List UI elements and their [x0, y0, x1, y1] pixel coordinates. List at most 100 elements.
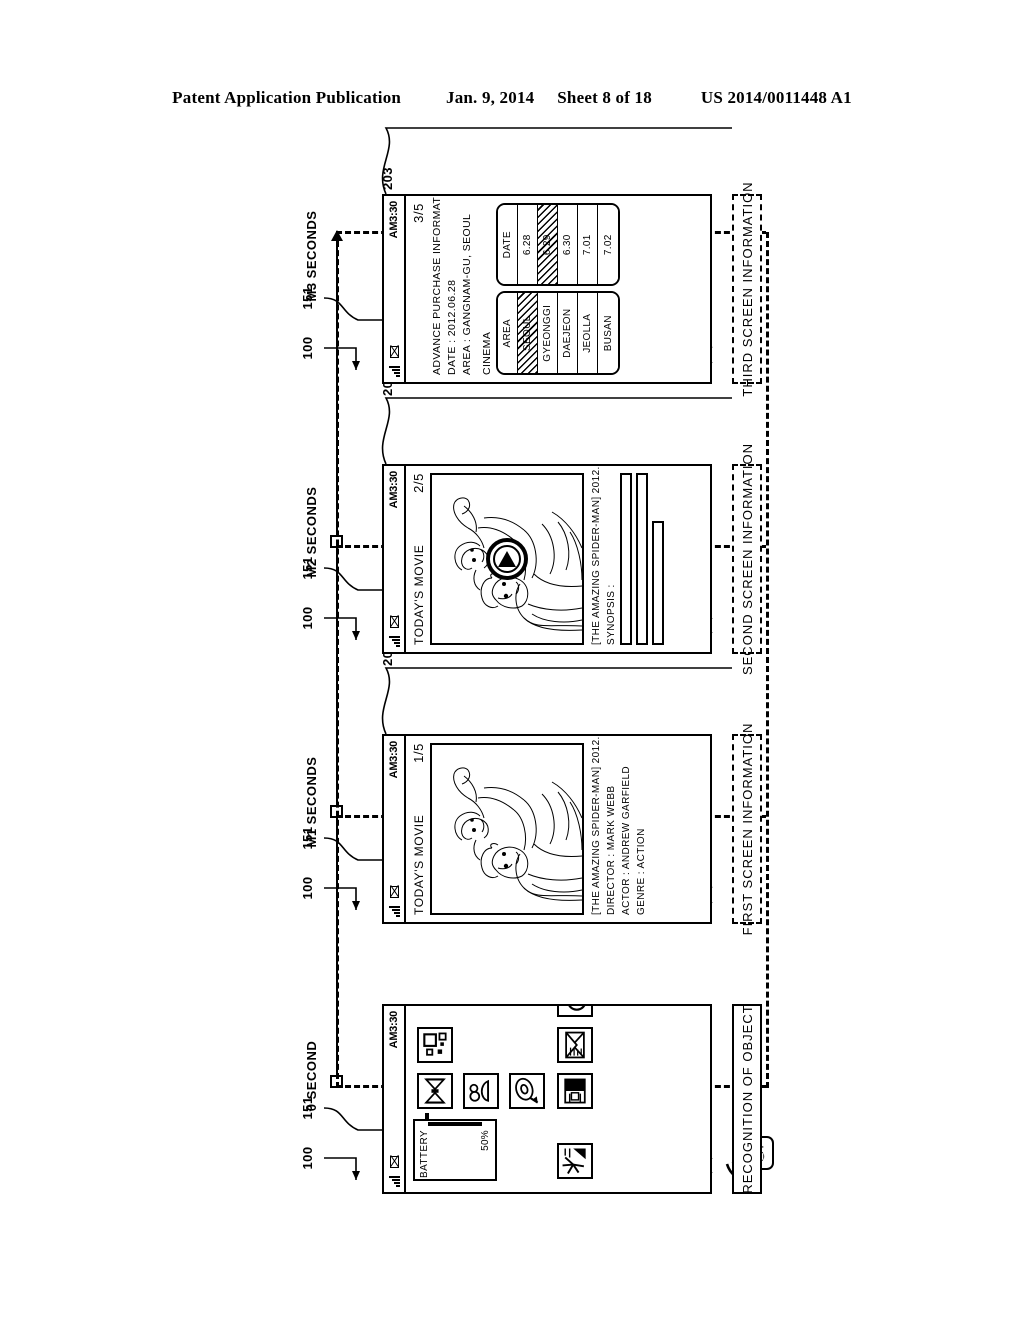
callout-151-c: 151	[300, 556, 315, 580]
screen-title-c: TODAY'S MOVIE	[412, 544, 426, 645]
area-option-jeolla[interactable]: JEOLLA	[578, 293, 598, 373]
callout-100-b: 100	[300, 876, 315, 900]
status-bar-c: AM3:30	[384, 466, 406, 652]
signal-icon	[388, 1174, 400, 1187]
figure-6: FIG. 6 0 SECOND M1 SECONDS M2 SECONDS M3…	[232, 120, 792, 1200]
signal-icon	[388, 634, 400, 647]
callout-leader-a	[318, 1060, 390, 1200]
area-header: AREA	[498, 293, 518, 373]
screen-a: BATTERY 50%	[406, 1006, 710, 1192]
reference-203: 203	[380, 167, 395, 190]
pan-icon[interactable]	[557, 1006, 593, 1017]
movie-poster-c[interactable]	[430, 473, 584, 645]
synopsis-bar	[620, 473, 632, 645]
phone-d[interactable]: AM3:30 3/5 ADVANCE PURCHASE INFORMATION …	[382, 194, 712, 384]
hourglass-icon[interactable]	[463, 1073, 499, 1109]
play-button[interactable]	[486, 538, 528, 580]
bowtie-icon[interactable]	[417, 1073, 453, 1109]
leader-201	[372, 654, 752, 735]
callout-100-d: 100	[300, 336, 315, 360]
publication-label: Patent Application Publication	[172, 88, 402, 107]
signal-icon	[388, 904, 400, 917]
screen-head-c: TODAY'S MOVIE 2/5	[411, 473, 426, 645]
status-time-b: AM3:30	[388, 741, 400, 779]
mail-icon	[389, 1156, 399, 1168]
mail-icon	[389, 616, 399, 628]
synopsis-bar	[636, 473, 648, 645]
screen-pager-c: 2/5	[411, 473, 426, 493]
patent-number: US 2014/0011448 A1	[700, 88, 852, 107]
phone-c[interactable]: AM3:30 TODAY'S MOVIE 2/5 [THE AMAZING SP…	[382, 464, 712, 654]
synopsis-label: SYNOPSIS :	[606, 584, 617, 645]
movie-director-b: DIRECTOR : MARK WEBB	[606, 785, 617, 916]
screen-head-b: TODAY'S MOVIE 1/5	[411, 743, 426, 915]
screen-title-b: TODAY'S MOVIE	[412, 814, 426, 915]
mail-icon	[389, 886, 399, 898]
book-icon[interactable]	[557, 1073, 593, 1109]
status-time-a: AM3:30	[388, 1011, 400, 1049]
timeline-rail-bottom	[766, 232, 769, 1088]
callout-leader-b	[318, 790, 390, 930]
area-option-seoul[interactable]: SEOUL	[518, 293, 538, 373]
status-bar-a: AM3:30	[384, 1006, 406, 1192]
purchase-heading: ADVANCE PURCHASE INFORMATION	[431, 196, 443, 375]
screen-d: 3/5 ADVANCE PURCHASE INFORMATION DATE : …	[406, 196, 710, 382]
purchase-date: DATE : 2012.06.28	[446, 279, 458, 375]
callout-151-d: 151	[300, 286, 315, 310]
area-option-daejeon[interactable]: DAEJEON	[558, 293, 578, 373]
screen-c: TODAY'S MOVIE 2/5 [THE AMAZING SPIDER-MA…	[406, 466, 710, 652]
battery-percent: 50%	[480, 1130, 491, 1151]
callout-leader-c	[318, 520, 390, 660]
date-header: DATE	[498, 205, 518, 285]
status-bar-b: AM3:30	[384, 736, 406, 922]
synopsis-block: SYNOPSIS :	[606, 473, 664, 645]
battery-label: BATTERY	[419, 1130, 430, 1178]
screen-pager-b: 1/5	[411, 743, 426, 763]
date-option-1[interactable]: 6.28	[518, 205, 538, 285]
movie-poster-b[interactable]	[430, 743, 584, 915]
magnifier-icon[interactable]	[509, 1073, 545, 1109]
area-column: AREA SEOUL GYEONGGI DAEJEON JEOLLA BUSAN	[496, 291, 620, 375]
date-option-2[interactable]: 6.29	[538, 205, 558, 285]
screen-head-d: 3/5	[411, 203, 426, 375]
caption-recognition-of-object: RECOGNITION OF OBJECT	[732, 1004, 762, 1194]
battery-widget[interactable]: BATTERY 50%	[413, 1119, 497, 1181]
date-option-3[interactable]: 6.30	[558, 205, 578, 285]
battery-text: BATTERY 50%	[419, 1130, 491, 1178]
area-option-busan[interactable]: BUSAN	[598, 293, 618, 373]
screen-pager-d: 3/5	[411, 203, 426, 223]
caption-first-screen-information: FIRST SCREEN INFORMATION	[732, 723, 762, 935]
leader-203	[372, 114, 752, 195]
callout-151-a: 151	[300, 1096, 315, 1120]
cinema-label: CINEMA	[481, 331, 493, 375]
date-option-5[interactable]: 7.02	[598, 205, 618, 285]
area-option-gyeonggi[interactable]: GYEONGGI	[538, 293, 558, 373]
status-time-d: AM3:30	[388, 201, 400, 239]
phone-a[interactable]: AM3:30 BATTERY 50%	[382, 1004, 712, 1194]
movie-title-c: [THE AMAZING SPIDER-MAN] 2012.06.28	[591, 466, 602, 645]
synopsis-bar	[652, 521, 664, 645]
callout-100-a: 100	[300, 1146, 315, 1170]
mail-icon	[389, 346, 399, 358]
ticket-table: AREA SEOUL GYEONGGI DAEJEON JEOLLA BUSAN…	[496, 203, 620, 375]
callout-100-c: 100	[300, 606, 315, 630]
movie-title-b: [THE AMAZING SPIDER-MAN] 2012.06.28	[591, 736, 602, 915]
status-bar-d: AM3:30	[384, 196, 406, 382]
publication-date: Jan. 9, 2014	[446, 88, 535, 107]
date-column: DATE 6.28 6.29 6.30 7.01 7.02	[496, 203, 620, 287]
envelope-icon[interactable]	[557, 1027, 593, 1063]
phone-b[interactable]: AM3:30 TODAY'S MOVIE 1/5 [THE AMAZING SP…	[382, 734, 712, 924]
sheet-number: Sheet 8 of 18	[557, 88, 652, 107]
screen-b: TODAY'S MOVIE 1/5 [THE AMAZING SPIDER-MA…	[406, 736, 710, 922]
battery-cell-icon	[428, 1122, 482, 1126]
callout-leader-d	[318, 250, 390, 390]
signal-icon	[388, 364, 400, 377]
home-grid: BATTERY 50%	[411, 1006, 705, 1185]
caption-third-screen-information: THIRD SCREEN INFORMATION	[732, 181, 762, 397]
burst-icon[interactable]	[557, 1143, 593, 1179]
leader-202	[372, 384, 752, 465]
date-option-4[interactable]: 7.01	[578, 205, 598, 285]
purchase-area: AREA : GANGNAM-GU, SEOUL	[461, 213, 473, 375]
page-header: Patent Application Publication Jan. 9, 2…	[0, 88, 1024, 108]
blocks-icon[interactable]	[417, 1027, 453, 1063]
